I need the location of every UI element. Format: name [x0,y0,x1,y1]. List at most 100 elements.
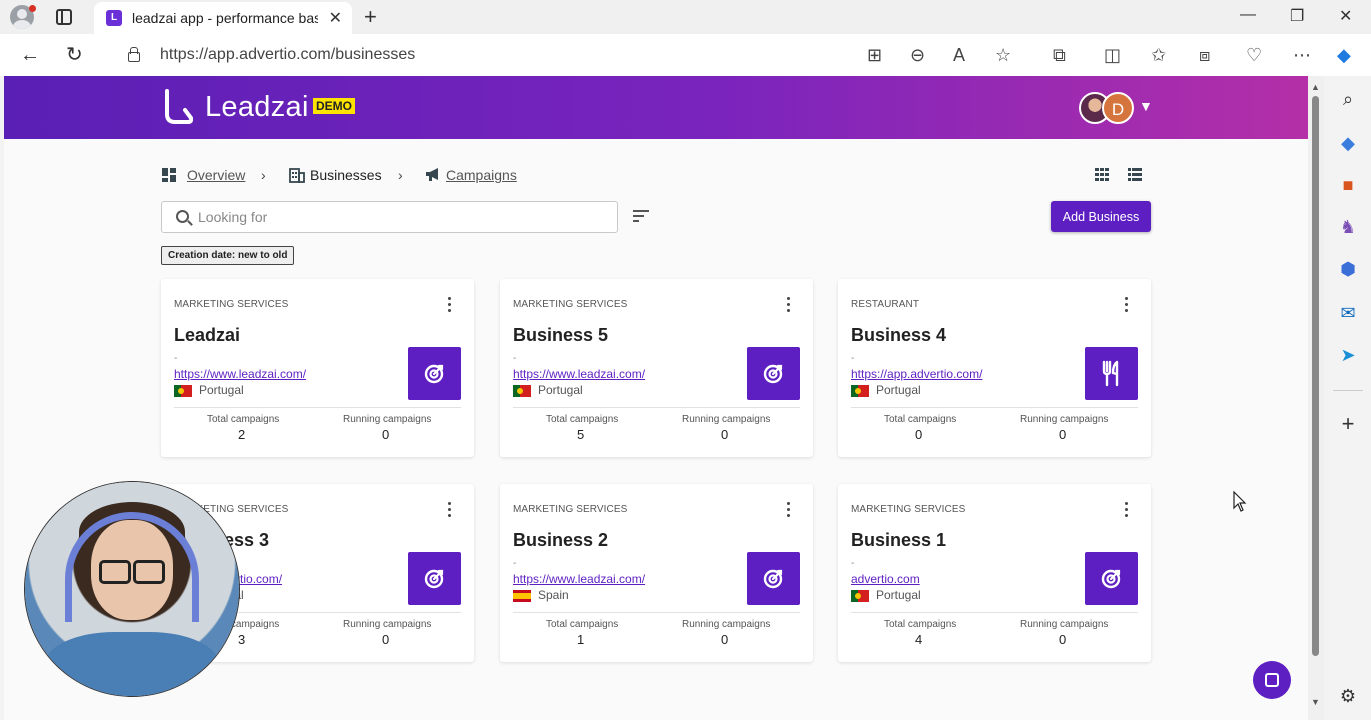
search-input[interactable] [198,206,598,228]
business-card[interactable]: MARKETING SERVICES Business 1 - advertio… [838,484,1151,662]
card-business-name[interactable]: Leadzai [174,325,240,346]
target-icon[interactable] [747,552,800,605]
running-campaigns-label: Running campaigns [1020,414,1109,425]
url-text[interactable]: https://app.advertio.com/businesses [160,46,415,64]
zoom-icon[interactable]: ⊖ [910,44,925,66]
sidebar-add-icon[interactable]: + [1337,413,1359,435]
card-website-link[interactable]: advertio.com [851,572,920,586]
card-more-options-icon[interactable] [787,297,791,313]
card-website-link[interactable]: https://www.leadzai.com/ [513,367,645,381]
card-website-link[interactable]: https://app.advertio.com/ [851,367,982,381]
total-campaigns-label: Total campaigns [546,414,619,425]
business-card[interactable]: RESTAURANT Business 4 - https://app.adve… [838,279,1151,457]
building-icon [289,168,305,183]
running-campaigns-value: 0 [721,427,729,442]
breadcrumb-businesses[interactable]: Businesses [310,164,382,186]
more-options-icon[interactable]: ⋯ [1293,44,1311,66]
shopping-tag-icon[interactable]: ◆ [1337,132,1359,154]
grid-view-icon[interactable] [1095,168,1110,182]
sidebar-settings-gear-icon[interactable]: ⚙ [1337,685,1359,707]
chat-support-icon[interactable] [1253,661,1291,699]
games-icon[interactable]: ♞ [1337,216,1359,238]
card-more-options-icon[interactable] [787,502,791,518]
favorite-star-icon[interactable]: ☆ [995,44,1011,66]
card-website-link[interactable]: https://www.leadzai.com/ [174,367,306,381]
card-more-options-icon[interactable] [448,297,452,313]
split-screen-icon[interactable]: ◫ [1104,44,1121,66]
card-business-name[interactable]: Business 5 [513,325,608,346]
tools-briefcase-icon[interactable]: ■ [1337,174,1359,196]
total-campaigns-value: 4 [915,632,923,647]
card-business-name[interactable]: Business 2 [513,530,608,551]
card-description: - [513,558,517,569]
card-divider [513,612,800,613]
scroll-up-icon[interactable]: ▲ [1311,82,1320,92]
target-icon[interactable] [408,552,461,605]
scrollbar-thumb[interactable] [1312,96,1319,656]
extensions-icon[interactable]: ⧉ [1053,44,1066,66]
business-card[interactable]: MARKETING SERVICES Business 2 - https://… [500,484,813,662]
country-flag-icon [513,590,531,602]
card-country: Portugal [876,588,921,602]
scroll-down-icon[interactable]: ▼ [1311,697,1320,707]
app-available-icon[interactable]: ⊞ [867,44,882,66]
browser-tab-bar: L leadzai app - performance based ✕ + — … [0,0,1371,34]
total-campaigns-label: Total campaigns [884,619,957,630]
card-divider [851,612,1138,613]
card-more-options-icon[interactable] [1125,297,1129,313]
card-business-name[interactable]: Business 1 [851,530,946,551]
sort-filter-chip[interactable]: Creation date: new to old [161,246,295,265]
card-more-options-icon[interactable] [1125,502,1129,518]
breadcrumb-overview[interactable]: Overview [187,164,245,186]
target-icon[interactable] [747,347,800,400]
fork-knife-icon[interactable] [1085,347,1138,400]
logo-text[interactable]: Leadzai [205,91,309,124]
business-card[interactable]: MARKETING SERVICES Business 5 - https://… [500,279,813,457]
notification-dot-icon [29,5,36,12]
browser-essentials-icon[interactable]: ♡ [1246,44,1262,66]
restore-icon[interactable]: ❐ [1290,6,1304,26]
minimize-icon[interactable]: — [1240,6,1256,24]
lock-icon[interactable] [127,47,140,62]
running-campaigns-value: 0 [721,632,729,647]
sort-icon[interactable] [633,210,649,222]
browser-tab-active[interactable]: L leadzai app - performance based ✕ [94,2,352,34]
breadcrumb-campaigns[interactable]: Campaigns [446,164,517,186]
search-box[interactable] [161,201,618,233]
favorites-icon[interactable]: ✩ [1151,44,1166,66]
close-tab-icon[interactable]: ✕ [329,8,342,28]
card-category: RESTAURANT [851,299,920,310]
window-close-icon[interactable]: ✕ [1339,6,1352,26]
collections-icon[interactable]: ⧈ [1199,44,1210,66]
card-business-name[interactable]: Business 4 [851,325,946,346]
read-aloud-icon[interactable]: A [953,44,965,66]
tab-actions-icon[interactable] [56,9,72,25]
target-icon[interactable] [408,347,461,400]
target-icon[interactable] [1085,552,1138,605]
card-more-options-icon[interactable] [448,502,452,518]
new-tab-icon[interactable]: + [364,4,377,30]
copilot-icon[interactable]: ◆ [1337,44,1351,66]
sidebar-search-icon[interactable]: ⌕ [1337,88,1359,110]
drop-send-icon[interactable]: ➤ [1337,344,1359,366]
total-campaigns-value: 2 [238,427,246,442]
running-campaigns-label: Running campaigns [343,619,432,630]
outlook-icon[interactable]: ✉ [1337,302,1359,324]
list-view-icon[interactable] [1128,168,1142,182]
address-bar[interactable]: https://app.advertio.com/businesses [107,38,1037,72]
card-website-link[interactable]: https://www.leadzai.com/ [513,572,645,586]
card-category: MARKETING SERVICES [851,504,966,515]
back-icon[interactable]: ← [20,43,40,67]
card-country: Portugal [876,383,921,397]
add-business-button[interactable]: Add Business [1051,201,1151,232]
user-menu-caret-icon[interactable]: ▼ [1139,98,1153,114]
running-campaigns-value: 0 [1059,427,1067,442]
business-card[interactable]: MARKETING SERVICES Leadzai - https://www… [161,279,474,457]
refresh-icon[interactable]: ↻ [66,43,83,67]
page-scrollbar[interactable]: ▲ ▼ [1308,76,1324,720]
avatar[interactable]: D [1102,92,1134,124]
card-country: Portugal [538,383,583,397]
card-country: Spain [538,588,569,602]
microsoft-365-icon[interactable]: ⬢ [1337,258,1359,280]
leadzai-logo-icon[interactable] [161,88,193,126]
